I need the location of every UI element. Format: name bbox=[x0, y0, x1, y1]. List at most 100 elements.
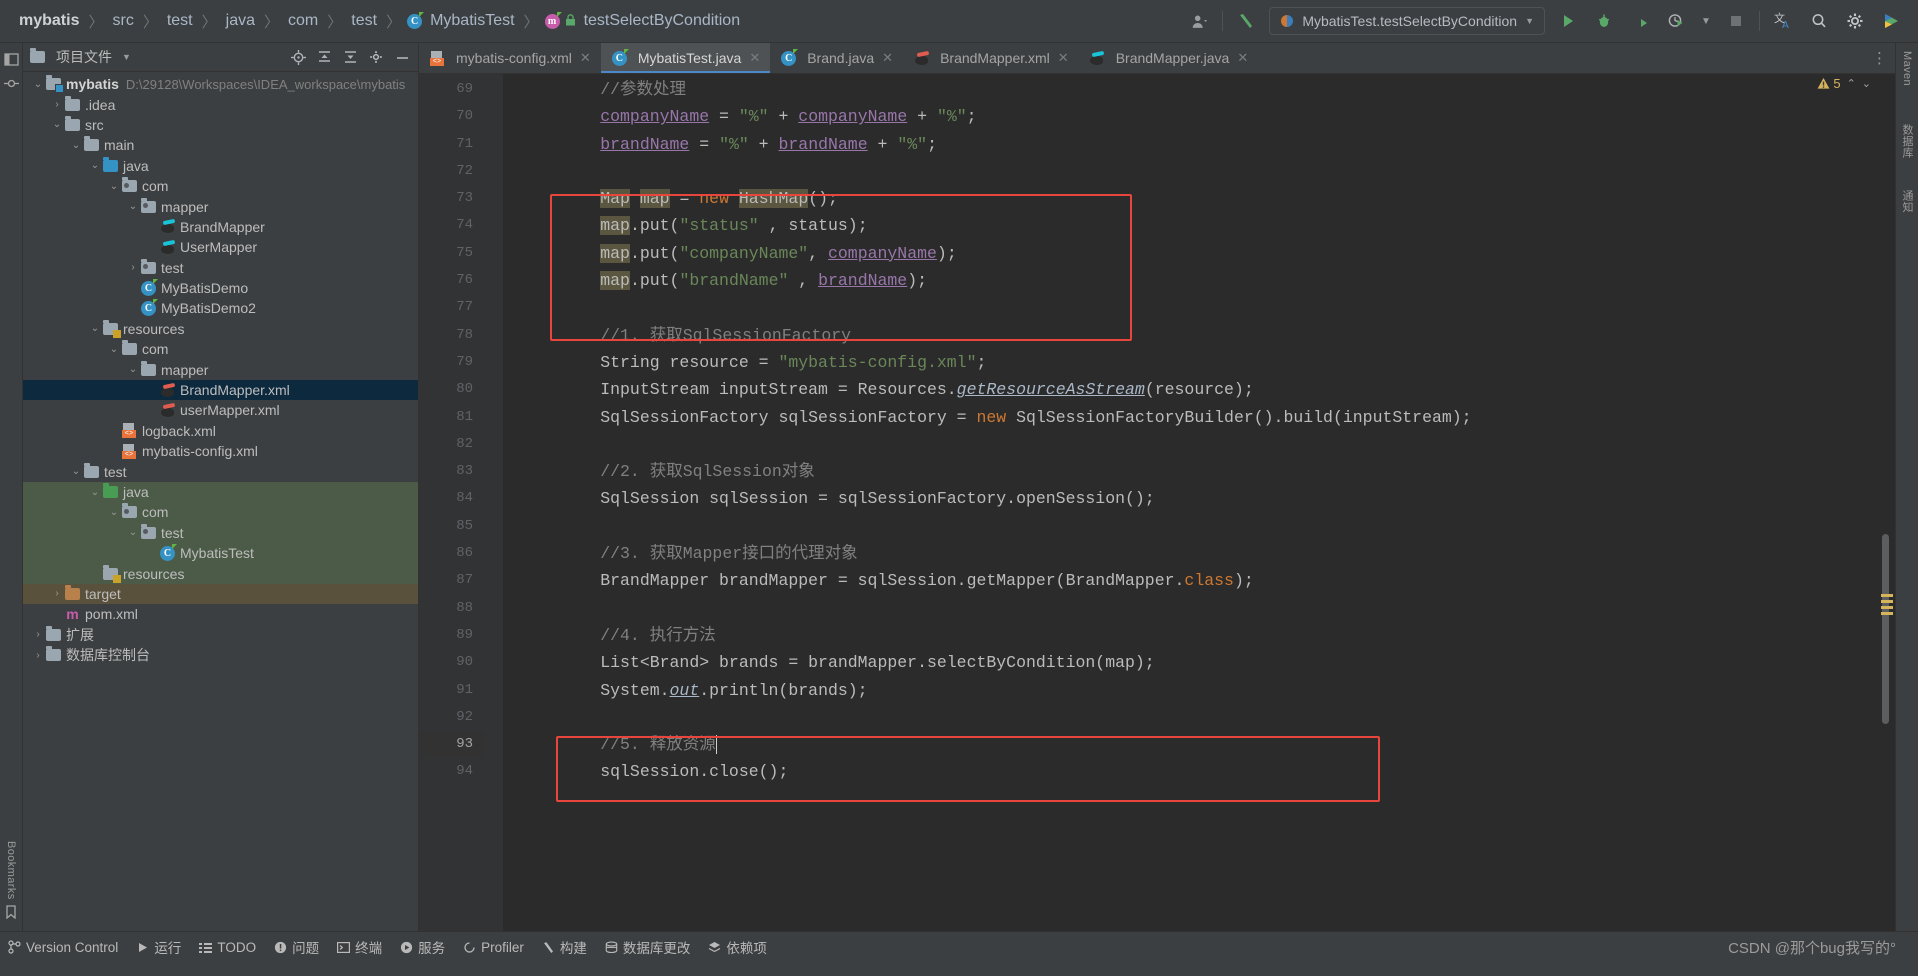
code-line[interactable] bbox=[521, 294, 1895, 321]
code-line[interactable]: //2. 获取SqlSession对象 bbox=[521, 458, 1895, 485]
breadcrumb-item-src[interactable]: src bbox=[109, 10, 136, 32]
more-options-icon[interactable]: ⋮ bbox=[1864, 43, 1895, 73]
code-line[interactable] bbox=[521, 513, 1895, 540]
code-line[interactable] bbox=[521, 158, 1895, 185]
run-with-coverage-button[interactable] bbox=[1627, 8, 1653, 34]
code-line[interactable]: //5. 释放资源 bbox=[521, 731, 1895, 758]
collapse-all-icon[interactable] bbox=[340, 47, 360, 67]
code-line[interactable]: brandName = "%" + brandName + "%"; bbox=[521, 131, 1895, 158]
hide-panel-icon[interactable] bbox=[392, 47, 412, 67]
breadcrumb-item-test[interactable]: test bbox=[348, 10, 380, 32]
code-line[interactable]: //4. 执行方法 bbox=[521, 622, 1895, 649]
close-icon[interactable]: ✕ bbox=[1058, 50, 1069, 66]
line-number[interactable]: 77 bbox=[419, 294, 485, 321]
tree-item-test[interactable]: › test bbox=[23, 258, 418, 278]
code-line[interactable] bbox=[521, 595, 1895, 622]
run-button[interactable] bbox=[1555, 8, 1581, 34]
editor-tab-BrandMapper.java[interactable]: BrandMapper.java ✕ bbox=[1079, 43, 1259, 73]
tree-item-com[interactable]: ⌄ com bbox=[23, 502, 418, 523]
bookmarks-icon[interactable] bbox=[2, 903, 20, 921]
tree-item-pom.xml[interactable]: m pom.xml bbox=[23, 604, 418, 624]
editor-tab-Brand.java[interactable]: C Brand.java ✕ bbox=[770, 43, 903, 73]
tree-item-MyBatisDemo2[interactable]: C MyBatisDemo2 bbox=[23, 298, 418, 318]
chevron-down-icon[interactable]: ⌄ bbox=[107, 507, 121, 518]
editor-tab-MybatisTest.java[interactable]: C MybatisTest.java ✕ bbox=[600, 43, 771, 73]
code-line[interactable]: BrandMapper brandMapper = sqlSession.get… bbox=[521, 567, 1895, 594]
status-bar-item-[interactable]: 运行 bbox=[136, 937, 181, 957]
close-icon[interactable]: ✕ bbox=[749, 50, 760, 66]
code-line[interactable]: //1. 获取SqlSessionFactory bbox=[521, 322, 1895, 349]
line-number[interactable]: 83 bbox=[419, 458, 485, 485]
code-line[interactable]: String resource = "mybatis-config.xml"; bbox=[521, 349, 1895, 376]
code-line[interactable]: List<Brand> brands = brandMapper.selectB… bbox=[521, 649, 1895, 676]
colored-play-icon[interactable] bbox=[1878, 8, 1904, 34]
chevron-down-icon[interactable]: ▼ bbox=[122, 52, 131, 62]
chevron-down-icon[interactable]: ⌄ bbox=[69, 466, 83, 477]
run-configuration-selector[interactable]: MybatisTest.testSelectByCondition ▼ bbox=[1269, 7, 1545, 35]
line-number[interactable]: 92 bbox=[419, 704, 485, 731]
tree-item-test[interactable]: ⌄ test bbox=[23, 461, 418, 481]
code-line[interactable]: System.out.println(brands); bbox=[521, 677, 1895, 704]
profiler-button[interactable] bbox=[1663, 8, 1689, 34]
line-number[interactable]: 76 bbox=[419, 267, 485, 294]
chevron-down-icon[interactable]: ▼ bbox=[1525, 16, 1534, 26]
user-account-icon[interactable] bbox=[1186, 8, 1212, 34]
code-line[interactable]: companyName = "%" + companyName + "%"; bbox=[521, 103, 1895, 130]
tree-item-node28[interactable]: › 数据库控制台 bbox=[23, 645, 418, 665]
code-line[interactable]: Map map = new HashMap(); bbox=[521, 185, 1895, 212]
line-number[interactable]: 88 bbox=[419, 595, 485, 622]
tree-item-mybatis[interactable]: ⌄ mybatis D:\29128\Workspaces\IDEA_workspa… bbox=[23, 74, 418, 94]
code-line[interactable]: SqlSessionFactory sqlSessionFactory = ne… bbox=[521, 404, 1895, 431]
status-bar-item-[interactable]: 问题 bbox=[274, 937, 319, 957]
close-icon[interactable]: ✕ bbox=[882, 50, 893, 66]
code-line[interactable]: sqlSession.close(); bbox=[521, 758, 1895, 785]
chevron-down-icon[interactable]: ⌄ bbox=[126, 364, 140, 375]
status-bar-item-[interactable]: 终端 bbox=[337, 937, 382, 957]
code-line[interactable]: map.put("status" , status); bbox=[521, 212, 1895, 239]
editor-scrollbar[interactable] bbox=[1882, 534, 1889, 724]
code-editor[interactable]: 69 70 71 72 73 74 75 76 77 78 79 80 81 82 83 84 85 86 87 88… bbox=[419, 74, 1895, 931]
editor-tab-BrandMapper.xml[interactable]: BrandMapper.xml ✕ bbox=[903, 43, 1079, 73]
tree-item-mybatis-config.xml[interactable]: <> mybatis-config.xml bbox=[23, 441, 418, 461]
build-hammer-icon[interactable] bbox=[1233, 8, 1259, 34]
notifications-tool-label[interactable]: 通知 bbox=[1899, 190, 1915, 213]
more-run-options-button[interactable]: ▼ bbox=[1699, 8, 1713, 34]
chevron-down-icon[interactable]: ⌄ bbox=[50, 119, 64, 130]
tree-item-resources[interactable]: resources bbox=[23, 563, 418, 584]
database-tool-label[interactable]: 数据库 bbox=[1899, 124, 1915, 158]
tree-item-mapper[interactable]: ⌄ mapper bbox=[23, 359, 418, 379]
warning-count-badge[interactable]: 5 bbox=[1817, 76, 1841, 91]
line-number[interactable]: 90 bbox=[419, 649, 485, 676]
code-content[interactable]: //参数处理 companyName = "%" + companyName +… bbox=[503, 74, 1895, 931]
chevron-right-icon[interactable]: › bbox=[126, 262, 140, 273]
status-bar-item-[interactable]: 构建 bbox=[542, 937, 587, 957]
line-number[interactable]: 72 bbox=[419, 158, 485, 185]
tree-item-src[interactable]: ⌄ src bbox=[23, 115, 418, 135]
prev-problem-icon[interactable]: ⌃ bbox=[1847, 77, 1856, 90]
breadcrumb-item-mybatistest[interactable]: C MybatisTest bbox=[407, 10, 517, 32]
bookmarks-rail-label[interactable]: Bookmarks bbox=[5, 841, 17, 900]
chevron-right-icon[interactable]: › bbox=[31, 650, 45, 661]
tree-item-mapper[interactable]: ⌄ mapper bbox=[23, 196, 418, 216]
tree-item-logback.xml[interactable]: <> logback.xml bbox=[23, 421, 418, 441]
line-number[interactable]: 84 bbox=[419, 485, 485, 512]
breadcrumb-item-java[interactable]: java bbox=[223, 10, 258, 32]
code-line[interactable] bbox=[521, 704, 1895, 731]
tree-item-java[interactable]: ⌄ java bbox=[23, 156, 418, 176]
line-number[interactable]: 91 bbox=[419, 677, 485, 704]
editor-tabs[interactable]: <> mybatis-config.xml ✕ C MybatisTest.java ✕ C… bbox=[419, 43, 1895, 74]
line-number[interactable]: 79 bbox=[419, 349, 485, 376]
chevron-down-icon[interactable]: ⌄ bbox=[88, 487, 102, 498]
tree-item-test[interactable]: ⌄ test bbox=[23, 522, 418, 543]
code-line[interactable]: SqlSession sqlSession = sqlSessionFactor… bbox=[521, 485, 1895, 512]
tree-item-main[interactable]: ⌄ main bbox=[23, 135, 418, 155]
code-folding-strip[interactable] bbox=[485, 74, 503, 931]
line-number[interactable]: 75 bbox=[419, 240, 485, 267]
status-bar-item-[interactable]: 依赖项 bbox=[708, 937, 767, 957]
chevron-down-icon[interactable]: ⌄ bbox=[107, 344, 121, 355]
translate-icon[interactable]: 文A bbox=[1770, 8, 1796, 34]
inspection-widget[interactable]: 5 ⌃ ⌄ bbox=[1817, 76, 1871, 91]
tree-item-BrandMapper.xml[interactable]: BrandMapper.xml bbox=[23, 379, 418, 401]
tree-item-target[interactable]: › target bbox=[23, 583, 418, 605]
stop-button[interactable] bbox=[1723, 8, 1749, 34]
